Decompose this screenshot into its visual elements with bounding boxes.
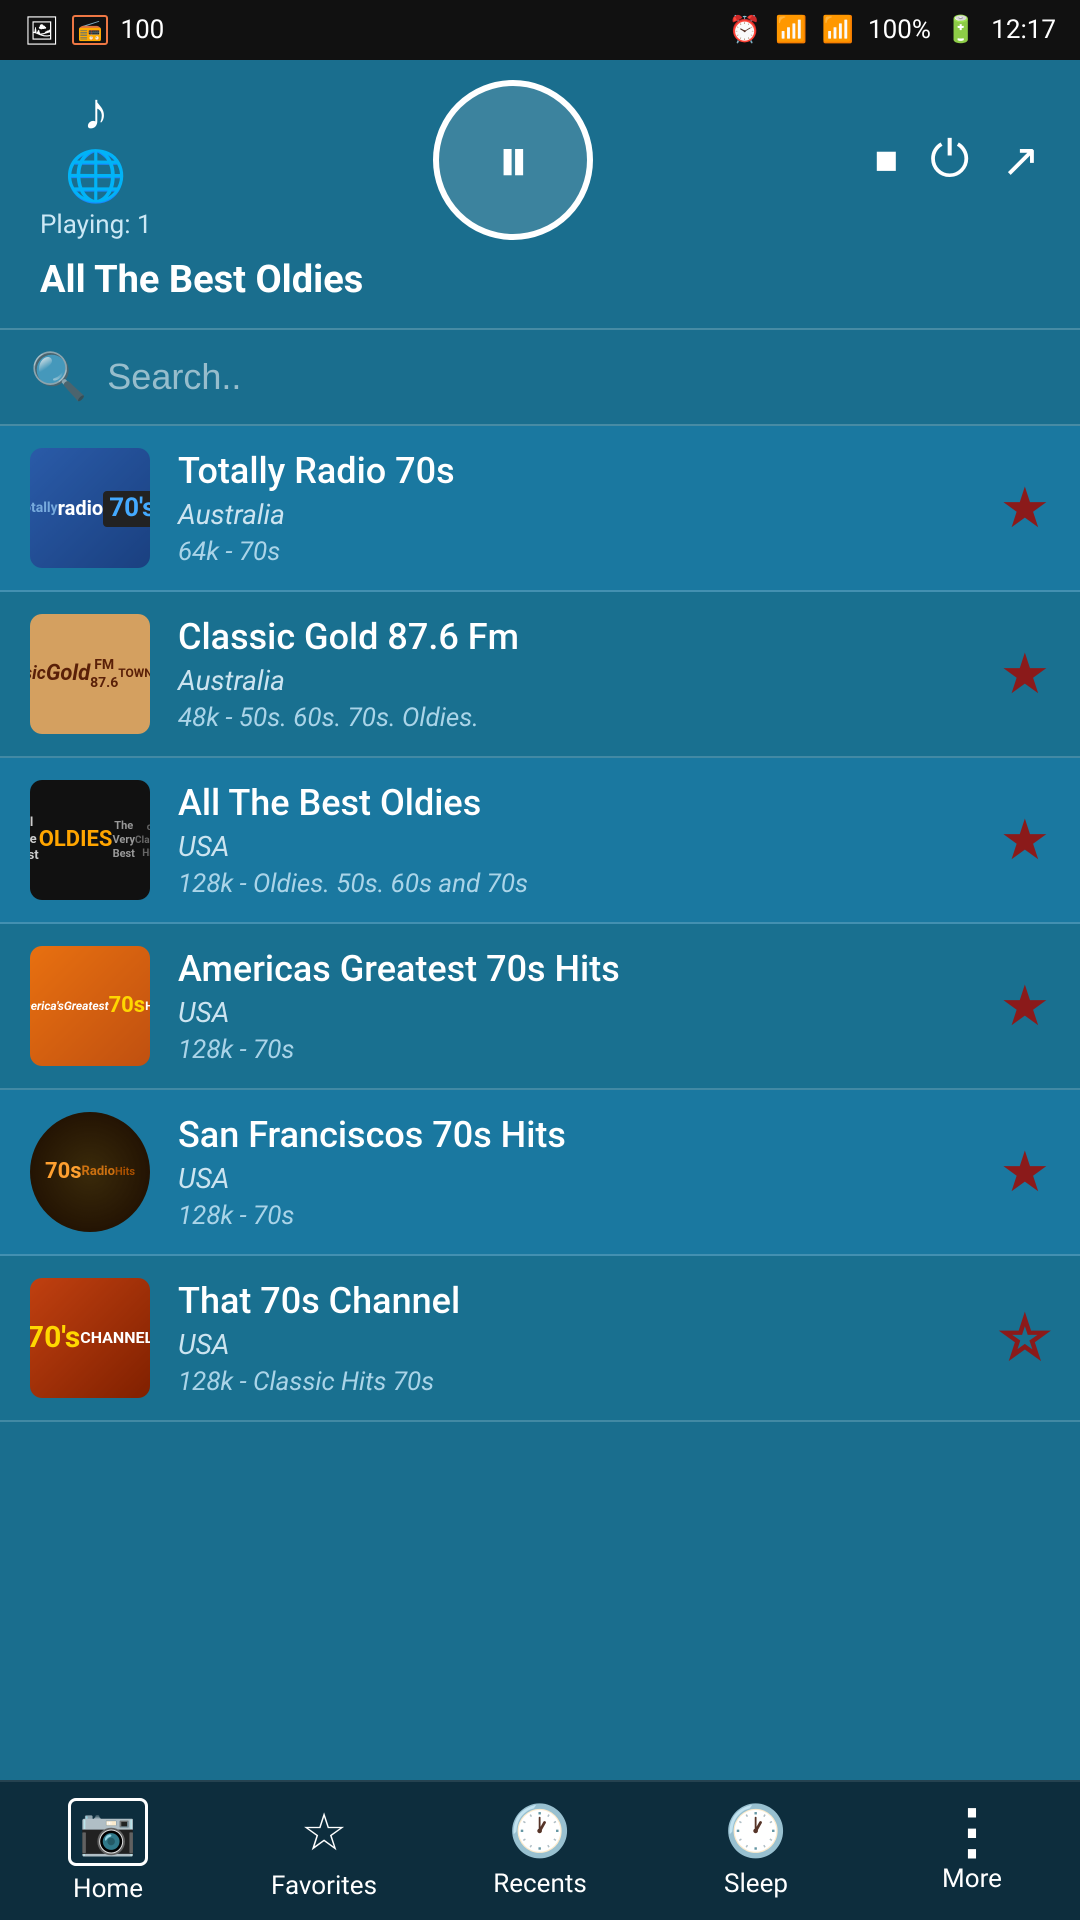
- station-country-1: Australia: [178, 498, 984, 531]
- now-playing-title: All The Best Oldies: [40, 258, 1040, 312]
- favorites-icon: ☆: [301, 1802, 348, 1863]
- list-item[interactable]: Classic Gold FM 87.6 TOWNSVILLE Classic …: [0, 592, 1080, 758]
- search-bar: 🔍: [0, 330, 1080, 426]
- station-name-5: San Franciscos 70s Hits: [178, 1114, 984, 1156]
- nav-home[interactable]: 📷 Home: [0, 1798, 216, 1904]
- favorite-star-4[interactable]: ★: [1000, 973, 1050, 1039]
- favorite-star-5[interactable]: ★: [1000, 1139, 1050, 1205]
- list-item[interactable]: All The Best OLDIES The Very Best of Cla…: [0, 758, 1080, 924]
- main-content: ♪ 🌐 Playing: 1 ⏸ ⏹ ⏻ ↗ All The Best Oldi…: [0, 60, 1080, 1780]
- share-button[interactable]: ↗: [1001, 133, 1040, 188]
- station-details-6: 128k - Classic Hits 70s: [178, 1367, 984, 1397]
- station-details-3: 128k - Oldies. 50s. 60s and 70s: [178, 869, 984, 899]
- favorite-star-6[interactable]: ☆: [1000, 1305, 1050, 1371]
- station-name-4: Americas Greatest 70s Hits: [178, 948, 984, 990]
- status-left: 🖼 📻 100: [24, 14, 164, 47]
- sleep-icon: 🕐: [725, 1803, 787, 1861]
- recents-icon: 🕐: [509, 1803, 571, 1861]
- status-bar: 🖼 📻 100 ⏰ 📶 📶 100% 🔋 12:17: [0, 0, 1080, 60]
- stop-button[interactable]: ⏹: [875, 133, 898, 188]
- power-button[interactable]: ⏻: [930, 131, 970, 189]
- station-logo-3: All The Best OLDIES The Very Best of Cla…: [30, 780, 150, 900]
- signal-icon: 📶: [822, 15, 854, 45]
- playing-label: Playing: 1: [40, 210, 152, 240]
- station-list: totally radio 70's Totally Radio 70s Aus…: [0, 426, 1080, 1780]
- nav-favorites-label: Favorites: [271, 1871, 377, 1901]
- station-logo-2: Classic Gold FM 87.6 TOWNSVILLE: [30, 614, 150, 734]
- alarm-icon: ⏰: [729, 15, 761, 45]
- station-details-2: 48k - 50s. 60s. 70s. Oldies.: [178, 703, 984, 733]
- station-info-1: Totally Radio 70s Australia 64k - 70s: [178, 450, 984, 567]
- home-icon: 📷: [68, 1798, 147, 1866]
- station-country-6: USA: [178, 1328, 984, 1361]
- station-info-6: That 70s Channel USA 128k - Classic Hits…: [178, 1280, 984, 1397]
- controls-row: ♪ 🌐 Playing: 1 ⏸ ⏹ ⏻ ↗: [40, 80, 1040, 240]
- station-name-2: Classic Gold 87.6 Fm: [178, 616, 984, 658]
- station-logo-5: 70s Radio Hits: [30, 1112, 150, 1232]
- favorite-star-1[interactable]: ★: [1000, 475, 1050, 541]
- station-logo-6: 70's CHANNEL: [30, 1278, 150, 1398]
- list-item[interactable]: America's Greatest 70s Hits Americas Gre…: [0, 924, 1080, 1090]
- nav-favorites[interactable]: ☆ Favorites: [216, 1802, 432, 1901]
- station-info-5: San Franciscos 70s Hits USA 128k - 70s: [178, 1114, 984, 1231]
- station-country-3: USA: [178, 830, 984, 863]
- station-details-1: 64k - 70s: [178, 537, 984, 567]
- battery-percent: 100%: [868, 15, 931, 45]
- pause-button[interactable]: ⏸: [433, 80, 593, 240]
- nav-sleep-label: Sleep: [724, 1869, 788, 1899]
- station-name-3: All The Best Oldies: [178, 782, 984, 824]
- status-right: ⏰ 📶 📶 100% 🔋 12:17: [729, 15, 1056, 45]
- list-item[interactable]: totally radio 70's Totally Radio 70s Aus…: [0, 426, 1080, 592]
- radio-icon: 📻: [72, 15, 109, 45]
- search-icon: 🔍: [30, 350, 87, 404]
- bottom-nav: 📷 Home ☆ Favorites 🕐 Recents 🕐 Sleep ⋮ M…: [0, 1780, 1080, 1920]
- nav-sleep[interactable]: 🕐 Sleep: [648, 1803, 864, 1899]
- station-country-5: USA: [178, 1162, 984, 1195]
- favorite-star-3[interactable]: ★: [1000, 807, 1050, 873]
- wifi-icon: 📶: [775, 15, 807, 45]
- station-details-4: 128k - 70s: [178, 1035, 984, 1065]
- favorite-star-2[interactable]: ★: [1000, 641, 1050, 707]
- globe-icon[interactable]: 🌐: [65, 148, 127, 206]
- station-logo-4: America's Greatest 70s Hits: [30, 946, 150, 1066]
- station-info-2: Classic Gold 87.6 Fm Australia 48k - 50s…: [178, 616, 984, 733]
- station-country-2: Australia: [178, 664, 984, 697]
- station-country-4: USA: [178, 996, 984, 1029]
- more-icon: ⋮: [942, 1808, 1002, 1856]
- ctrl-right: ⏹ ⏻ ↗: [875, 131, 1040, 189]
- ctrl-left: ♪ 🌐 Playing: 1: [40, 81, 152, 240]
- battery-icon: 🔋: [945, 15, 977, 45]
- station-name-6: That 70s Channel: [178, 1280, 984, 1322]
- notification-count: 100: [120, 15, 164, 45]
- photo-icon: 🖼: [24, 14, 60, 47]
- station-info-3: All The Best Oldies USA 128k - Oldies. 5…: [178, 782, 984, 899]
- list-item[interactable]: 70's CHANNEL That 70s Channel USA 128k -…: [0, 1256, 1080, 1422]
- nav-recents[interactable]: 🕐 Recents: [432, 1803, 648, 1899]
- search-input[interactable]: [107, 356, 1050, 398]
- nav-more[interactable]: ⋮ More: [864, 1808, 1080, 1894]
- player-header: ♪ 🌐 Playing: 1 ⏸ ⏹ ⏻ ↗ All The Best Oldi…: [0, 60, 1080, 328]
- station-details-5: 128k - 70s: [178, 1201, 984, 1231]
- nav-recents-label: Recents: [493, 1869, 587, 1899]
- clock-time: 12:17: [991, 15, 1056, 45]
- list-item[interactable]: 70s Radio Hits San Franciscos 70s Hits U…: [0, 1090, 1080, 1256]
- station-logo-1: totally radio 70's: [30, 448, 150, 568]
- nav-home-label: Home: [73, 1874, 143, 1904]
- nav-more-label: More: [942, 1864, 1002, 1894]
- station-info-4: Americas Greatest 70s Hits USA 128k - 70…: [178, 948, 984, 1065]
- music-icon[interactable]: ♪: [83, 81, 109, 142]
- pause-icon: ⏸: [497, 123, 529, 198]
- station-name-1: Totally Radio 70s: [178, 450, 984, 492]
